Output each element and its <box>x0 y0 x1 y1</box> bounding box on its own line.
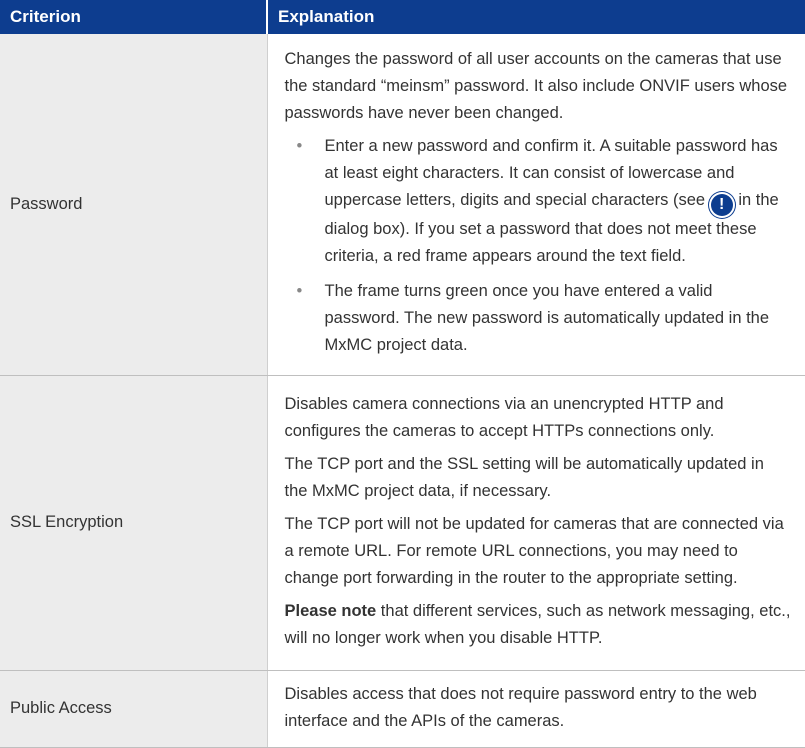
bullet-marker: • <box>296 281 303 300</box>
ssl-paragraph: Disables camera connections via an unenc… <box>284 395 724 440</box>
bullet-text: Enter a new password and confirm it. A s… <box>324 136 778 209</box>
ssl-note: Please note that different services, suc… <box>285 598 792 652</box>
bullet-text: The frame turns green once you have ente… <box>324 281 770 354</box>
password-intro: Changes the password of all user account… <box>284 49 788 122</box>
header-criterion: Criterion <box>0 0 267 34</box>
note-label: Please note <box>284 602 377 620</box>
list-item: • Enter a new password and confirm it. A… <box>285 133 792 270</box>
criterion-cell-public-access: Public Access <box>0 670 268 748</box>
criterion-cell-ssl: SSL Encryption <box>0 375 268 671</box>
public-access-paragraph: Disables access that does not require pa… <box>284 684 757 730</box>
explanation-cell-ssl: Disables camera connections via an unenc… <box>267 375 805 671</box>
password-bullets: • Enter a new password and confirm it. A… <box>285 133 792 359</box>
ssl-paragraph: The TCP port and the SSL setting will be… <box>284 455 764 500</box>
table-row: SSL Encryption Disables camera connectio… <box>0 375 805 671</box>
ssl-paragraph: The TCP port will not be updated for cam… <box>284 515 784 587</box>
explanation-cell-password: Changes the password of all user account… <box>267 34 805 376</box>
exclamation-circle-icon: ! <box>710 193 733 216</box>
criteria-table: Criterion Explanation Password Changes t… <box>0 0 805 748</box>
table-header-row: Criterion Explanation <box>0 0 805 34</box>
bullet-marker: • <box>296 136 303 155</box>
criterion-cell-password: Password <box>0 34 268 376</box>
header-explanation: Explanation <box>266 0 805 34</box>
table-row: Password Changes the password of all use… <box>0 34 805 376</box>
table-row: Public Access Disables access that does … <box>0 670 805 748</box>
list-item: • The frame turns green once you have en… <box>285 278 792 359</box>
explanation-cell-public-access: Disables access that does not require pa… <box>267 670 805 748</box>
